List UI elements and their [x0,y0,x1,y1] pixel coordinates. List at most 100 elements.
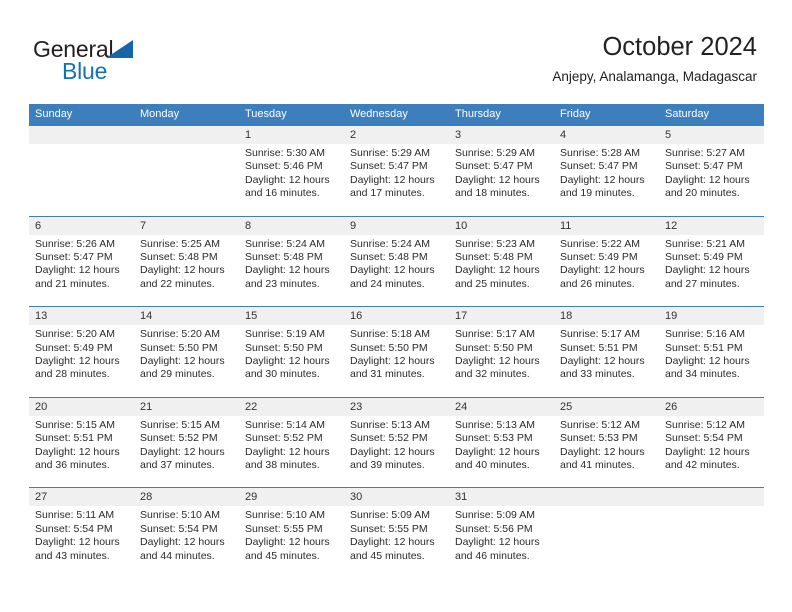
sunset-text: Sunset: 5:46 PM [245,160,323,173]
day-cell[interactable]: Sunrise: 5:10 AM Sunset: 5:54 PM Dayligh… [134,506,239,577]
day-cell[interactable]: Sunrise: 5:20 AM Sunset: 5:50 PM Dayligh… [134,325,239,396]
daylight-text-line2: and 17 minutes. [350,187,425,200]
day-number[interactable]: 19 [659,307,764,325]
day-cell[interactable]: Sunrise: 5:19 AM Sunset: 5:50 PM Dayligh… [239,325,344,396]
general-blue-logo[interactable]: General Blue [33,36,253,86]
daylight-text-line2: and 20 minutes. [665,187,740,200]
day-number[interactable]: 12 [659,217,764,235]
day-number[interactable] [659,488,764,506]
daylight-text-line1: Daylight: 12 hours [455,264,540,277]
day-cell[interactable]: Sunrise: 5:28 AM Sunset: 5:47 PM Dayligh… [554,144,659,215]
daylight-text-line2: and 26 minutes. [560,277,635,290]
day-number[interactable]: 17 [449,307,554,325]
day-cell[interactable]: Sunrise: 5:16 AM Sunset: 5:51 PM Dayligh… [659,325,764,396]
daylight-text-line1: Daylight: 12 hours [35,355,120,367]
day-cell[interactable]: Sunrise: 5:24 AM Sunset: 5:48 PM Dayligh… [344,235,449,306]
day-cell[interactable]: Sunrise: 5:30 AM Sunset: 5:46 PM Dayligh… [239,144,344,215]
day-cell[interactable] [134,144,239,215]
day-number[interactable]: 24 [449,398,554,416]
day-cell[interactable]: Sunrise: 5:25 AM Sunset: 5:48 PM Dayligh… [134,235,239,306]
day-number[interactable]: 22 [239,398,344,416]
day-cell[interactable]: Sunrise: 5:27 AM Sunset: 5:47 PM Dayligh… [659,144,764,215]
daylight-text-line2: and 22 minutes. [140,277,215,290]
day-cell[interactable]: Sunrise: 5:17 AM Sunset: 5:50 PM Dayligh… [449,325,554,396]
day-cell[interactable]: Sunrise: 5:20 AM Sunset: 5:49 PM Dayligh… [29,325,134,396]
week-day-numbers: 20 21 22 23 24 25 26 [29,397,764,416]
day-cell[interactable] [659,506,764,577]
daylight-text-line1: Daylight: 12 hours [665,355,750,367]
day-number[interactable] [29,126,134,144]
weekday-header-wednesday: Wednesday [350,108,408,120]
day-cell[interactable]: Sunrise: 5:15 AM Sunset: 5:51 PM Dayligh… [29,416,134,487]
day-cell[interactable]: Sunrise: 5:18 AM Sunset: 5:50 PM Dayligh… [344,325,449,396]
day-number[interactable]: 13 [29,307,134,325]
day-number[interactable]: 15 [239,307,344,325]
day-cell[interactable]: Sunrise: 5:09 AM Sunset: 5:55 PM Dayligh… [344,506,449,577]
day-number[interactable]: 10 [449,217,554,235]
daylight-text-line2: and 29 minutes. [140,368,215,381]
daylight-text-line1: Daylight: 12 hours [140,264,225,277]
day-number[interactable]: 28 [134,488,239,506]
day-cell[interactable]: Sunrise: 5:23 AM Sunset: 5:48 PM Dayligh… [449,235,554,306]
sunrise-text: Sunrise: 5:26 AM [35,237,115,250]
day-number[interactable] [134,126,239,144]
day-number[interactable]: 3 [449,126,554,144]
day-number[interactable]: 8 [239,217,344,235]
day-number[interactable]: 26 [659,398,764,416]
day-number[interactable]: 27 [29,488,134,506]
day-number[interactable]: 1 [239,126,344,144]
sunset-text: Sunset: 5:50 PM [350,341,428,354]
weekday-header-row: Sunday Monday Tuesday Wednesday Thursday… [29,104,764,125]
day-number[interactable]: 16 [344,307,449,325]
day-number[interactable]: 29 [239,488,344,506]
day-number[interactable] [554,488,659,506]
day-cell[interactable]: Sunrise: 5:12 AM Sunset: 5:53 PM Dayligh… [554,416,659,487]
day-number[interactable]: 18 [554,307,659,325]
sunset-text: Sunset: 5:48 PM [245,251,323,263]
day-cell[interactable]: Sunrise: 5:13 AM Sunset: 5:52 PM Dayligh… [344,416,449,487]
day-number[interactable]: 2 [344,126,449,144]
daylight-text-line2: and 44 minutes. [140,549,215,562]
day-number[interactable]: 6 [29,217,134,235]
day-number[interactable]: 7 [134,217,239,235]
daylight-text-line1: Daylight: 12 hours [455,445,540,458]
day-number[interactable]: 21 [134,398,239,416]
weekday-header-saturday: Saturday [665,108,710,120]
day-cell[interactable]: Sunrise: 5:26 AM Sunset: 5:47 PM Dayligh… [29,235,134,306]
week-row: 27 28 29 30 31 Sunrise: 5:11 AM Sunset: … [29,487,764,578]
day-cell[interactable]: Sunrise: 5:09 AM Sunset: 5:56 PM Dayligh… [449,506,554,577]
daylight-text-line1: Daylight: 12 hours [350,173,435,186]
day-cell[interactable]: Sunrise: 5:10 AM Sunset: 5:55 PM Dayligh… [239,506,344,577]
day-cell[interactable]: Sunrise: 5:29 AM Sunset: 5:47 PM Dayligh… [344,144,449,215]
day-cell[interactable]: Sunrise: 5:12 AM Sunset: 5:54 PM Dayligh… [659,416,764,487]
day-cell[interactable] [29,144,134,215]
day-cell[interactable] [554,506,659,577]
day-number[interactable]: 14 [134,307,239,325]
day-number[interactable]: 5 [659,126,764,144]
day-number[interactable]: 25 [554,398,659,416]
day-number[interactable]: 20 [29,398,134,416]
day-number[interactable]: 4 [554,126,659,144]
daylight-text-line2: and 41 minutes. [560,459,635,471]
daylight-text-line1: Daylight: 12 hours [245,355,330,367]
day-cell[interactable]: Sunrise: 5:13 AM Sunset: 5:53 PM Dayligh… [449,416,554,487]
daylight-text-line2: and 27 minutes. [665,277,740,290]
day-cell[interactable]: Sunrise: 5:15 AM Sunset: 5:52 PM Dayligh… [134,416,239,487]
day-cell[interactable]: Sunrise: 5:21 AM Sunset: 5:49 PM Dayligh… [659,235,764,306]
weekday-header-tuesday: Tuesday [245,108,287,120]
calendar-page: General Blue October 2024 Anjepy, Analam… [0,0,792,612]
day-cell[interactable]: Sunrise: 5:24 AM Sunset: 5:48 PM Dayligh… [239,235,344,306]
day-cell[interactable]: Sunrise: 5:22 AM Sunset: 5:49 PM Dayligh… [554,235,659,306]
day-number[interactable]: 11 [554,217,659,235]
day-number[interactable]: 23 [344,398,449,416]
sunset-text: Sunset: 5:53 PM [455,432,533,445]
day-cell[interactable]: Sunrise: 5:17 AM Sunset: 5:51 PM Dayligh… [554,325,659,396]
day-number[interactable]: 31 [449,488,554,506]
day-cell[interactable]: Sunrise: 5:29 AM Sunset: 5:47 PM Dayligh… [449,144,554,215]
daylight-text-line1: Daylight: 12 hours [245,173,330,186]
day-number[interactable]: 9 [344,217,449,235]
day-cell[interactable]: Sunrise: 5:14 AM Sunset: 5:52 PM Dayligh… [239,416,344,487]
day-number[interactable]: 30 [344,488,449,506]
week-row: 13 14 15 16 17 18 19 Sunrise: 5:20 AM Su… [29,306,764,397]
day-cell[interactable]: Sunrise: 5:11 AM Sunset: 5:54 PM Dayligh… [29,506,134,577]
